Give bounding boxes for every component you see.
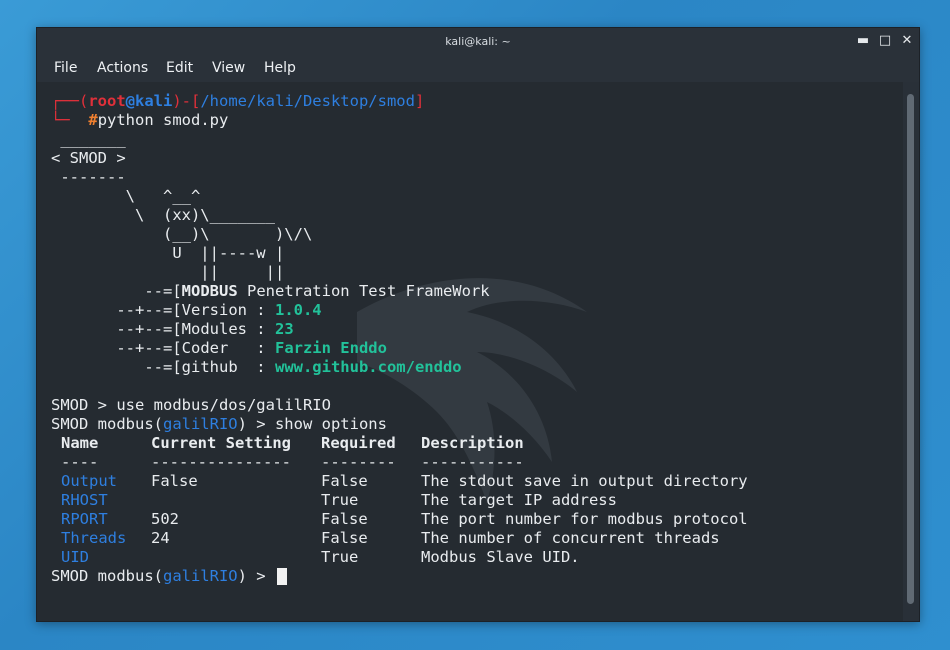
prompt-close: ] [414, 92, 425, 110]
table-row: RHOST True The target IP address [61, 491, 821, 510]
terminal-output[interactable]: ┌──(root@kali)-[/home/kali/Desktop/smod]… [37, 82, 903, 621]
table-row: Threads 24 False The number of concurren… [61, 529, 821, 548]
command-line: └─ #python smod.py [51, 111, 228, 130]
coder-label: Coder : [181, 339, 275, 357]
banner-line: (__)\ )\/\ [51, 225, 313, 243]
prompt-line: ┌──(root@kali)-[/home/kali/Desktop/smod] [51, 92, 424, 111]
menu-help[interactable]: Help [264, 60, 296, 76]
prompt-path: /home/kali/Desktop/smod [200, 92, 415, 110]
modbus-label: MODBUS [181, 282, 238, 300]
option-required: True [321, 491, 359, 509]
table-row: RPORT 502 False The port number for modb… [61, 510, 821, 529]
version-line: --+--=[Version : 1.0.4 [51, 301, 322, 320]
module-name: galilRIO [162, 415, 238, 433]
text-cursor [276, 568, 287, 585]
framework-label: Penetration Test FrameWork [237, 282, 490, 300]
terminal-window: kali@kali: ~ ▬ □ ✕ File Actions Edit Vie… [36, 27, 920, 622]
option-description: The number of concurrent threads [421, 529, 720, 547]
coder-line: --+--=[Coder : Farzin Enddo [51, 339, 387, 358]
prompt-hash: # [88, 111, 98, 129]
show-options-line: SMOD modbus(galilRIO) > show options [51, 415, 387, 434]
modules-line: --+--=[Modules : 23 [51, 320, 294, 339]
info-prefix: --+--=[ [51, 320, 182, 338]
info-prefix: --+--=[ [51, 339, 182, 357]
prompt-suffix: ) > [237, 567, 275, 585]
menu-edit[interactable]: Edit [166, 60, 193, 76]
banner-line: || || [51, 263, 285, 281]
prompt-user: root [88, 92, 126, 110]
menu-file[interactable]: File [54, 60, 77, 76]
info-prefix: --=[ [51, 282, 182, 300]
header-description: Description [421, 434, 524, 452]
table-header: Name Current Setting Required Descriptio… [61, 434, 821, 453]
command-text: python smod.py [97, 111, 229, 129]
divider-description: ----------- [421, 453, 524, 471]
window-title: kali@kali: ~ [445, 35, 511, 48]
coder-value: Farzin Enddo [274, 339, 387, 357]
table-divider: ---- --------------- -------- ----------… [61, 453, 821, 472]
banner-line: \ ^__^ [51, 187, 201, 205]
option-name: RHOST [61, 491, 108, 509]
use-command-line: SMOD > use modbus/dos/galilRIO [51, 396, 331, 414]
option-required: False [321, 529, 368, 547]
current-prompt-line[interactable]: SMOD modbus(galilRIO) > [51, 567, 287, 586]
option-name: Threads [61, 529, 127, 547]
version-value: 1.0.4 [274, 301, 322, 319]
banner-line: \ (xx)\_______ [51, 206, 275, 224]
table-row: UID True Modbus Slave UID. [61, 548, 821, 567]
table-row: Output False False The stdout save in ou… [61, 472, 821, 491]
divider-setting: --------------- [151, 453, 291, 471]
option-description: Modbus Slave UID. [421, 548, 580, 566]
framework-line: --=[MODBUS Penetration Test FrameWork [51, 282, 490, 301]
smod-prompt-prefix: SMOD modbus( [51, 415, 163, 433]
divider-required: -------- [321, 453, 396, 471]
info-prefix: --+--=[ [51, 301, 182, 319]
title-bar[interactable]: kali@kali: ~ ▬ □ ✕ [37, 28, 919, 56]
header-setting: Current Setting [151, 434, 291, 452]
prompt-sep: )-[ [172, 92, 201, 110]
banner-line: U ||----w | [51, 244, 285, 262]
option-description: The target IP address [421, 491, 617, 509]
smod-prompt-prefix: SMOD modbus( [51, 567, 163, 585]
header-name: Name [61, 434, 99, 452]
prompt-host: kali [135, 92, 173, 110]
option-description: The port number for modbus protocol [421, 510, 748, 528]
modules-label: Modules : [181, 320, 275, 338]
option-name: UID [61, 548, 89, 566]
github-line: --=[github : www.github.com/enddo [51, 358, 462, 377]
header-required: Required [321, 434, 396, 452]
menu-actions[interactable]: Actions [97, 60, 148, 76]
github-link[interactable]: www.github.com/enddo [275, 358, 462, 376]
banner-line: < SMOD > [51, 149, 126, 167]
maximize-icon[interactable]: □ [877, 33, 893, 49]
close-icon[interactable]: ✕ [899, 33, 915, 49]
option-required: False [321, 510, 368, 528]
minimize-icon[interactable]: ▬ [855, 33, 871, 49]
option-description: The stdout save in output directory [421, 472, 748, 490]
info-prefix: --=[ [51, 358, 182, 376]
banner-line: ------- [51, 168, 126, 186]
option-name: Output [61, 472, 117, 490]
banner-line: _______ [51, 130, 126, 148]
version-label: Version : [181, 301, 275, 319]
modules-value: 23 [274, 320, 294, 338]
menu-bar: File Actions Edit View Help [37, 56, 919, 82]
option-setting: 502 [151, 510, 179, 528]
github-label: github : [181, 358, 275, 376]
prompt-corner-bottom: └─ [51, 111, 70, 129]
show-options-command: ) > show options [237, 415, 387, 433]
menu-view[interactable]: View [212, 60, 245, 76]
option-required: False [321, 472, 368, 490]
scrollbar[interactable] [907, 94, 914, 604]
option-required: True [321, 548, 359, 566]
option-setting: False [151, 472, 198, 490]
prompt-at: @ [125, 92, 135, 110]
option-setting: 24 [151, 529, 170, 547]
divider-name: ---- [61, 453, 99, 471]
prompt-corner: ┌──( [51, 92, 89, 110]
option-name: RPORT [61, 510, 108, 528]
module-name: galilRIO [162, 567, 238, 585]
